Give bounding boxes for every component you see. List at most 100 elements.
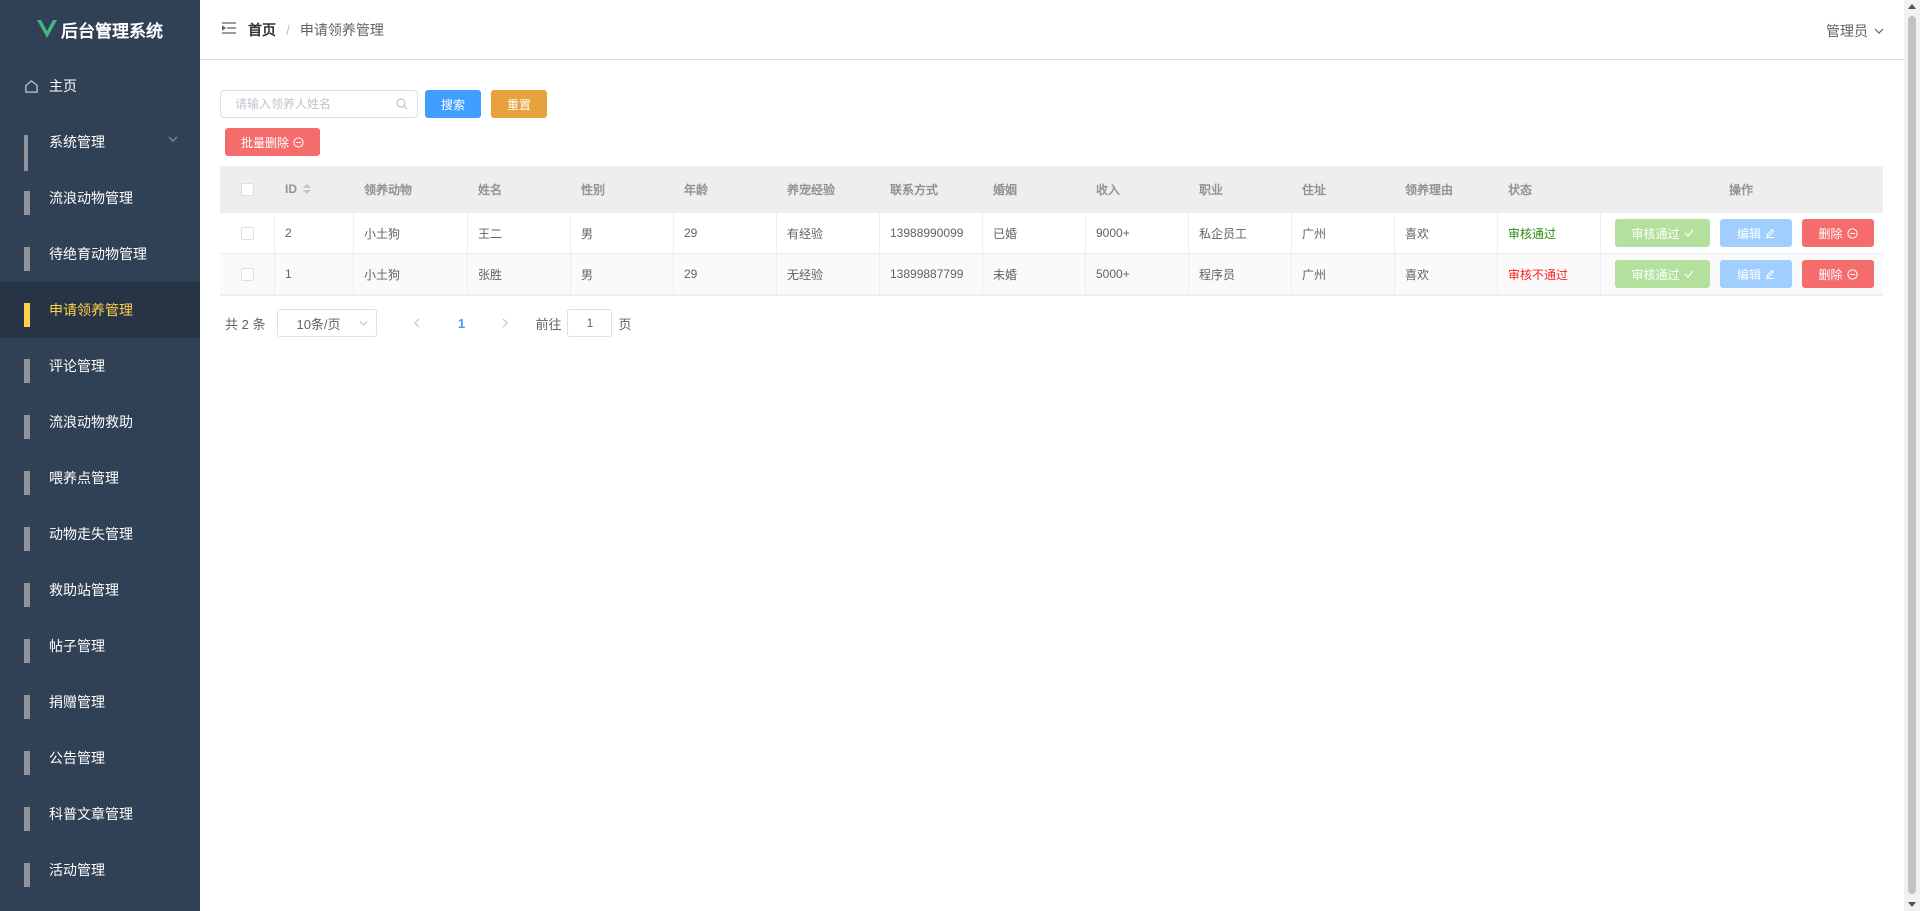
pagination-total: 共 2 条: [225, 316, 266, 332]
scrollbar[interactable]: [1904, 0, 1920, 911]
breadcrumb-separator: /: [286, 22, 290, 38]
column-header-income: 收入: [1086, 166, 1189, 212]
sidebar-item-rescue[interactable]: 流浪动物救助: [0, 394, 200, 450]
goto-page-input[interactable]: [567, 309, 613, 337]
sidebar-item-label: 动物走失管理: [49, 526, 133, 542]
page-size-value: 10条/页: [296, 316, 341, 332]
cell-name: 张胜: [468, 254, 571, 294]
page-number[interactable]: 1: [451, 316, 471, 331]
select-all-checkbox[interactable]: [240, 182, 254, 196]
user-name: 管理员: [1826, 23, 1868, 39]
column-header-actions: 操作: [1728, 182, 1753, 197]
remove-circle-icon: [293, 136, 304, 148]
column-header-name: 姓名: [468, 166, 571, 212]
chevron-down-icon: [360, 321, 368, 326]
row-checkbox[interactable]: [240, 226, 254, 240]
column-header-id[interactable]: ID: [275, 166, 354, 212]
chevron-down-icon: [1874, 28, 1884, 34]
column-header-label: ID: [285, 182, 297, 196]
table-row: 2 小土狗 王二 男 29 有经验 13988990099 已婚 9000+ 私…: [220, 213, 1883, 254]
breadcrumb-home[interactable]: 首页: [248, 20, 276, 40]
cell-animal: 小土狗: [354, 254, 468, 294]
menu-icon: [24, 582, 39, 607]
app-title: 后台管理系统: [61, 21, 163, 41]
fold-menu-icon[interactable]: [222, 22, 236, 34]
sidebar-item-label: 救助站管理: [49, 582, 119, 598]
menu-icon: [24, 246, 39, 271]
cell-name: 王二: [468, 213, 571, 253]
cell-experience: 无经验: [777, 254, 880, 294]
sidebar-item-announcements[interactable]: 公告管理: [0, 730, 200, 786]
edit-button[interactable]: 编辑: [1720, 219, 1792, 247]
delete-button[interactable]: 删除: [1802, 219, 1874, 247]
cell-status: 审核不通过: [1498, 254, 1601, 294]
column-header-gender: 性别: [571, 166, 674, 212]
edit-button[interactable]: 编辑: [1720, 260, 1792, 288]
page-size-select[interactable]: 10条/页: [277, 309, 378, 337]
sidebar-item-label: 评论管理: [49, 358, 105, 374]
approve-button[interactable]: 审核通过: [1615, 260, 1710, 288]
row-checkbox[interactable]: [240, 267, 254, 281]
cell-job: 程序员: [1189, 254, 1292, 294]
sidebar-item-adoption[interactable]: 申请领养管理: [0, 282, 200, 338]
sidebar-item-posts[interactable]: 帖子管理: [0, 618, 200, 674]
cell-job: 私企员工: [1189, 213, 1292, 253]
cell-gender: 男: [571, 213, 674, 253]
row-checkbox-cell: [220, 254, 275, 294]
table-row: 1 小土狗 张胜 男 29 无经验 13899887799 未婚 5000+ 程…: [220, 254, 1883, 295]
cell-reason: 喜欢: [1395, 254, 1498, 294]
goto-label: 前往: [535, 316, 562, 332]
cell-phone: 13899887799: [880, 254, 983, 294]
check-icon: [1684, 229, 1693, 237]
approve-label: 审核通过: [1631, 267, 1680, 282]
reset-button[interactable]: 重置: [491, 90, 547, 118]
cell-address: 广州: [1292, 213, 1395, 253]
menu-icon: [24, 414, 39, 439]
sidebar-item-comments[interactable]: 评论管理: [0, 338, 200, 394]
sidebar-item-label: 帖子管理: [49, 638, 105, 654]
sidebar-item-activities[interactable]: 活动管理: [0, 842, 200, 898]
next-page-button[interactable]: [495, 318, 515, 328]
search-input[interactable]: [220, 90, 418, 118]
menu-icon: [24, 190, 39, 215]
menu-icon: [24, 358, 39, 383]
sort-icon[interactable]: [303, 184, 311, 194]
header-checkbox-cell: [220, 166, 275, 212]
edit-label: 编辑: [1736, 226, 1761, 241]
cell-gender: 男: [571, 254, 674, 294]
sidebar-item-home[interactable]: 主页: [0, 58, 200, 114]
pagination: 共 2 条 10条/页 1 前往 页: [225, 309, 632, 337]
delete-button[interactable]: 删除: [1802, 260, 1874, 288]
sidebar-item-stray-animals[interactable]: 流浪动物管理: [0, 170, 200, 226]
column-header-experience: 养宠经验: [777, 166, 880, 212]
sidebar-item-feeding-points[interactable]: 喂养点管理: [0, 450, 200, 506]
scroll-down-arrow-icon[interactable]: [1908, 902, 1916, 907]
search-button[interactable]: 搜索: [425, 90, 481, 118]
sidebar-item-sterilization[interactable]: 待绝育动物管理: [0, 226, 200, 282]
sidebar-item-label: 捐赠管理: [49, 694, 105, 710]
sidebar-item-label: 活动管理: [49, 862, 105, 878]
approve-button[interactable]: 审核通过: [1615, 219, 1710, 247]
cell-age: 29: [674, 254, 777, 294]
sidebar-item-rescue-stations[interactable]: 救助站管理: [0, 562, 200, 618]
cell-status: 审核通过: [1498, 213, 1601, 253]
sidebar-item-articles[interactable]: 科普文章管理: [0, 786, 200, 842]
menu-icon: [24, 470, 39, 495]
scroll-up-arrow-icon[interactable]: [1908, 4, 1916, 9]
batch-delete-label: 批量删除: [240, 135, 289, 150]
sidebar-item-lost-animals[interactable]: 动物走失管理: [0, 506, 200, 562]
sidebar-item-label: 喂养点管理: [49, 470, 119, 486]
cell-address: 广州: [1292, 254, 1395, 294]
chevron-left-icon: [414, 318, 420, 328]
remove-circle-icon: [1846, 227, 1858, 239]
user-menu[interactable]: 管理员: [1826, 21, 1884, 41]
cell-experience: 有经验: [777, 213, 880, 253]
scroll-thumb[interactable]: [1908, 16, 1916, 894]
prev-page-button[interactable]: [407, 318, 427, 328]
sidebar-item-system[interactable]: 系统管理: [0, 114, 200, 171]
cell-age: 29: [674, 213, 777, 253]
sidebar-item-donations[interactable]: 捐赠管理: [0, 674, 200, 730]
page-suffix: 页: [618, 316, 632, 332]
batch-delete-button[interactable]: 批量删除: [225, 128, 320, 156]
breadcrumb: 首页 / 申请领养管理: [248, 20, 384, 40]
